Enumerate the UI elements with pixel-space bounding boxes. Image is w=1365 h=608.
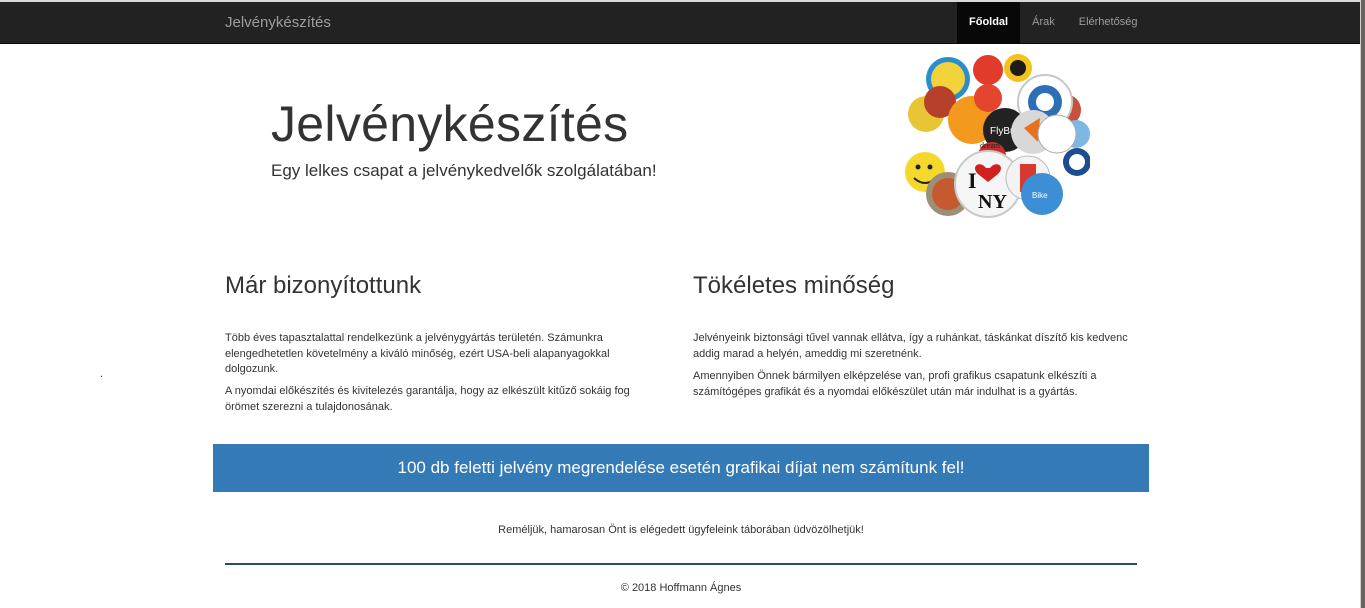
page-title: Jelvénykészítés — [271, 96, 629, 152]
stray-dot: . — [100, 368, 104, 380]
column-left-paragraph-1: Több éves tapasztalattal rendelkezünk a … — [225, 332, 610, 375]
navbar-menu: Főoldal Árak Elérhetőség — [957, 2, 1149, 43]
badge-text-dream: dream — [980, 141, 1001, 150]
badge-text-bike: Bike — [1032, 191, 1048, 200]
badge-text-ny: NY — [978, 191, 1007, 213]
nav-item-arak[interactable]: Árak — [1020, 2, 1067, 43]
page-subtitle: Egy lelkes csapat a jelvénykedvelők szol… — [271, 161, 657, 180]
nav-item-elerhetoseg[interactable]: Elérhetőség — [1067, 2, 1150, 43]
navbar: Jelvénykészítés Főoldal Árak Elérhetőség — [0, 2, 1360, 44]
promo-banner: 100 db feletti jelvény megrendelése eset… — [213, 444, 1149, 492]
column-right-title: Tökéletes minőség — [693, 272, 895, 299]
column-right-paragraph-1: Jelvényeink biztonsági tűvel vannak ellá… — [693, 332, 1128, 360]
navbar-brand[interactable]: Jelvénykészítés — [225, 2, 331, 43]
badge-text-i: I — [968, 168, 977, 193]
badges-image: FlyBuy dream I NY Bike — [905, 54, 1090, 218]
closing-text: Reméljük, hamarosan Önt is elégedett ügy… — [498, 524, 864, 536]
footer-divider — [225, 563, 1137, 565]
window-right-edge — [1361, 0, 1365, 608]
column-left-title: Már bizonyítottunk — [225, 272, 422, 299]
column-right-paragraph-2: Amennyiben Önnek bármilyen elképzelése v… — [693, 370, 1097, 398]
column-left-paragraph-2: A nyomdai előkészítés és kivitelezés gar… — [225, 385, 630, 413]
footer-copyright: © 2018 Hoffmann Ágnes — [620, 582, 742, 594]
nav-item-fooldal[interactable]: Főoldal — [957, 2, 1021, 43]
